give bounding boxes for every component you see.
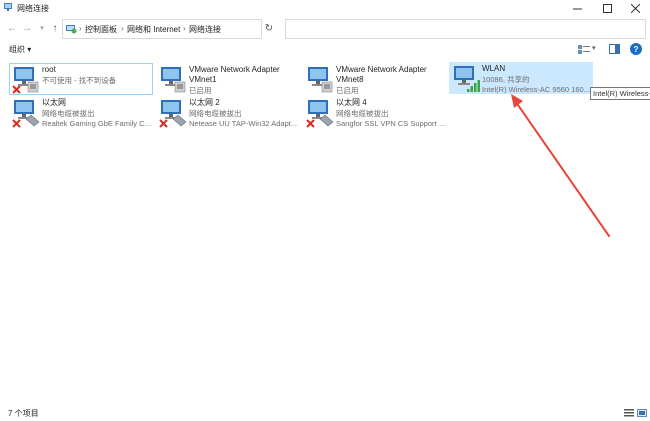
connection-status: 已启用 [336,86,359,95]
breadcrumb-separator: › [121,24,124,33]
arrow-right-icon: → [22,22,32,34]
maximize-button[interactable] [592,0,622,16]
minimize-button[interactable] [562,0,592,16]
close-icon [630,3,640,13]
help-icon[interactable]: ? [630,43,642,55]
forward-button[interactable]: → [20,21,34,35]
connection-item-wlan[interactable]: WLAN 10086, 共享的 Intel(R) Wireless-AC 956… [449,62,593,94]
connection-item-vmnet8[interactable]: VMware Network Adapter VMnet8 已启用 [303,63,447,95]
breadcrumb-network-internet[interactable]: 网络和 Internet [127,24,180,35]
title-bar: 网络连接 [0,0,650,16]
search-input[interactable] [285,19,646,39]
connection-name: 以太网 2 [189,98,220,107]
connection-item-vmnet1[interactable]: VMware Network Adapter VMnet1 已启用 [156,63,300,95]
connection-device: Intel(R) Wireless-AC 9560 160... [482,85,590,94]
connection-name: VMware Network Adapter VMnet1 [189,65,280,84]
wireless-adapter-icon [454,66,480,92]
details-view-icon[interactable] [624,409,634,417]
large-icons-view-icon[interactable] [637,409,647,417]
connections-list: root 不可使用 - 找不到设备 VMware Network Adapter… [0,58,650,403]
connection-device: Netease UU TAP-Win32 Adapt... [189,119,298,128]
connection-name: WLAN [482,64,506,73]
network-adapter-disabled-icon [12,67,39,94]
breadcrumb-separator: › [79,24,82,33]
arrow-up-icon: ↑ [52,22,58,34]
ethernet-unplugged-icon [306,100,334,128]
connection-status: 网络电缆被拔出 [189,109,242,118]
connection-item-ethernet[interactable]: 以太网 网络电缆被拔出 Realtek Gaming GbE Family Co… [9,96,154,128]
connection-item-ethernet-2[interactable]: 以太网 2 网络电缆被拔出 Netease UU TAP-Win32 Adapt… [156,96,300,128]
connection-name: 以太网 [42,98,66,107]
connection-status: 已启用 [189,86,212,95]
ethernet-unplugged-icon [159,100,187,128]
network-adapter-enabled-icon [308,67,333,93]
connection-item-ethernet-4[interactable]: 以太网 4 网络电缆被拔出 Sangfor SSL VPN CS Support… [303,96,448,128]
command-bar: 组织 ▾ ▾ ? [0,42,650,58]
refresh-icon: ↻ [264,22,274,34]
connection-name: VMware Network Adapter VMnet8 [336,65,427,84]
connection-status: 网络电缆被拔出 [42,109,95,118]
connection-device: Sangfor SSL VPN CS Support S... [336,119,448,128]
refresh-button[interactable]: ↻ [262,21,276,35]
breadcrumb-network-connections[interactable]: 网络连接 [189,24,221,35]
network-adapter-enabled-icon [161,67,186,93]
connection-name: 以太网 4 [336,98,367,107]
back-button[interactable]: ← [5,21,19,35]
item-count: 7 个项目 [8,409,39,418]
maximize-icon [602,3,612,13]
preview-pane-icon[interactable] [609,44,620,54]
connection-status: 10086, 共享的 [482,75,530,84]
window-title: 网络连接 [17,4,49,13]
network-connections-icon [4,3,12,11]
connection-item-root[interactable]: root 不可使用 - 找不到设备 [9,63,153,95]
address-bar[interactable]: › 控制面板 › 网络和 Internet › 网络连接 ⌄ [62,19,315,39]
status-bar: 7 个项目 [0,403,650,421]
organize-menu-button[interactable]: 组织 ▾ [9,44,31,55]
navigation-bar: ← → ▾ ↑ › 控制面板 › 网络和 Internet › 网络连接 ⌄ ↻ [0,16,650,42]
control-panel-icon [66,25,77,34]
minimize-icon [572,8,582,9]
ethernet-unplugged-icon [12,100,40,128]
connection-status: 不可使用 - 找不到设备 [42,76,117,85]
connection-device: Realtek Gaming GbE Family Co... [42,119,154,128]
recent-locations-button[interactable]: ▾ [35,21,49,35]
arrow-left-icon: ← [7,22,17,34]
breadcrumb-control-panel[interactable]: 控制面板 [85,24,117,35]
device-tooltip: Intel(R) Wireless-AC [590,87,650,100]
connection-status: 网络电缆被拔出 [336,109,389,118]
up-button[interactable]: ↑ [48,21,62,35]
breadcrumb-separator: › [183,24,186,33]
chevron-down-icon: ▾ [40,25,44,32]
close-button[interactable] [620,0,650,16]
connection-name: root [42,65,56,74]
view-options-dropdown[interactable]: ▾ [592,44,596,52]
change-view-icon[interactable] [578,45,590,54]
